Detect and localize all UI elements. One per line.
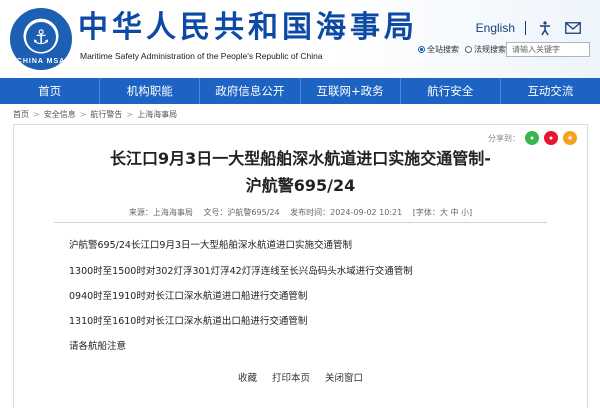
breadcrumb-safety-info[interactable]: 安全信息 xyxy=(44,109,76,120)
qzone-icon[interactable]: ★ xyxy=(563,131,577,145)
nav-item-home[interactable]: 首页 xyxy=(0,78,101,104)
search-scope-site[interactable]: 全站搜索 xyxy=(418,44,459,55)
breadcrumb-nav-warning[interactable]: 航行警告 xyxy=(90,109,122,120)
anchor-icon: ⚓ xyxy=(32,25,50,49)
article-paragraph: 0940时至1910时对长江口深水航道进口船进行交通管制 xyxy=(69,291,308,302)
article-paragraph: 1300时至1500时对302灯浮301灯浮42灯浮连线至长兴岛码头水域进行交通… xyxy=(69,266,413,277)
site-title: 中华人民共和国海事局 xyxy=(78,10,418,45)
article-title: 长江口9月3日一大型船舶深水航道进口实施交通管制- 沪航警695/24 xyxy=(14,145,587,199)
nav-item-interaction[interactable]: 互动交流 xyxy=(501,78,600,104)
search-scope-other-label: 法规搜索 xyxy=(474,45,506,54)
meta-doc-no: 文号：沪航警695/24 xyxy=(203,208,280,217)
top-links: English xyxy=(476,20,582,36)
article-paragraph: 沪航警695/24长江口9月3日一大型船舶深水航道进口实施交通管制 xyxy=(69,240,353,251)
radio-unchecked-icon xyxy=(465,46,472,53)
mail-icon[interactable] xyxy=(564,20,582,36)
nav-item-internet-gov[interactable]: 互联网+政务 xyxy=(301,78,401,104)
accessibility-icon[interactable] xyxy=(536,20,554,36)
nav-item-gov-info[interactable]: 政府信息公开 xyxy=(200,78,301,104)
breadcrumb-separator: > xyxy=(126,109,134,119)
article-card: 分享到： ● ● ★ 长江口9月3日一大型船舶深水航道进口实施交通管制- 沪航警… xyxy=(13,124,588,408)
breadcrumb-separator: > xyxy=(79,109,87,119)
article-meta: 来源：上海海事局 文号：沪航警695/24 发布时间：2024-09-02 10… xyxy=(14,207,587,218)
wechat-icon[interactable]: ● xyxy=(525,131,539,145)
nav-item-functions[interactable]: 机构职能 xyxy=(100,78,201,104)
search-input[interactable]: 请输入关键字 xyxy=(506,42,590,57)
article-title-line2: 沪航警695/24 xyxy=(245,176,356,195)
breadcrumb: 首页 > 安全信息 > 航行警告 > 上海海事局 xyxy=(13,106,177,122)
meta-divider xyxy=(54,222,547,223)
font-size-control[interactable]: [字体：大 中 小] xyxy=(413,208,472,217)
top-link-divider xyxy=(525,21,526,35)
main-nav: 首页 机构职能 政府信息公开 互联网+政务 航行安全 互动交流 xyxy=(0,78,600,104)
favorite-link[interactable]: 收藏 xyxy=(238,373,257,384)
article-paragraph: 请各航船注意 xyxy=(69,341,127,352)
share-bar: 分享到： ● ● ★ xyxy=(488,131,577,145)
breadcrumb-shanghai-msa[interactable]: 上海海事局 xyxy=(137,109,177,120)
english-link[interactable]: English xyxy=(476,21,515,35)
search-scope: 全站搜索 法规搜索 xyxy=(418,44,506,55)
article-paragraph: 1310时至1610时对长江口深水航道出口船进行交通管制 xyxy=(69,316,308,327)
site-header: ⚓ CHINA MSA 中华人民共和国海事局 Maritime Safety A… xyxy=(0,0,600,78)
emblem-center: ⚓ xyxy=(26,22,56,52)
share-label: 分享到： xyxy=(488,133,520,143)
nav-item-nav-safety[interactable]: 航行安全 xyxy=(401,78,501,104)
article-footer-links: 收藏 打印本页 关闭窗口 xyxy=(14,370,587,384)
weibo-icon[interactable]: ● xyxy=(544,131,558,145)
breadcrumb-separator: > xyxy=(33,109,40,119)
search-scope-site-label: 全站搜索 xyxy=(427,45,459,54)
print-link[interactable]: 打印本页 xyxy=(272,373,310,384)
msa-emblem-logo[interactable]: ⚓ CHINA MSA xyxy=(10,8,72,70)
article-title-line1: 长江口9月3日一大型船舶深水航道进口实施交通管制- xyxy=(110,149,491,168)
emblem-text: CHINA MSA xyxy=(16,58,66,65)
meta-source: 来源：上海海事局 xyxy=(128,208,193,217)
search-scope-other[interactable]: 法规搜索 xyxy=(465,44,506,55)
close-window-link[interactable]: 关闭窗口 xyxy=(325,373,363,384)
site-subtitle: Maritime Safety Administration of the Pe… xyxy=(80,51,323,61)
meta-publish-time: 发布时间：2024-09-02 10:21 xyxy=(290,208,403,217)
radio-checked-icon xyxy=(418,46,425,53)
breadcrumb-home[interactable]: 首页 xyxy=(13,109,29,120)
